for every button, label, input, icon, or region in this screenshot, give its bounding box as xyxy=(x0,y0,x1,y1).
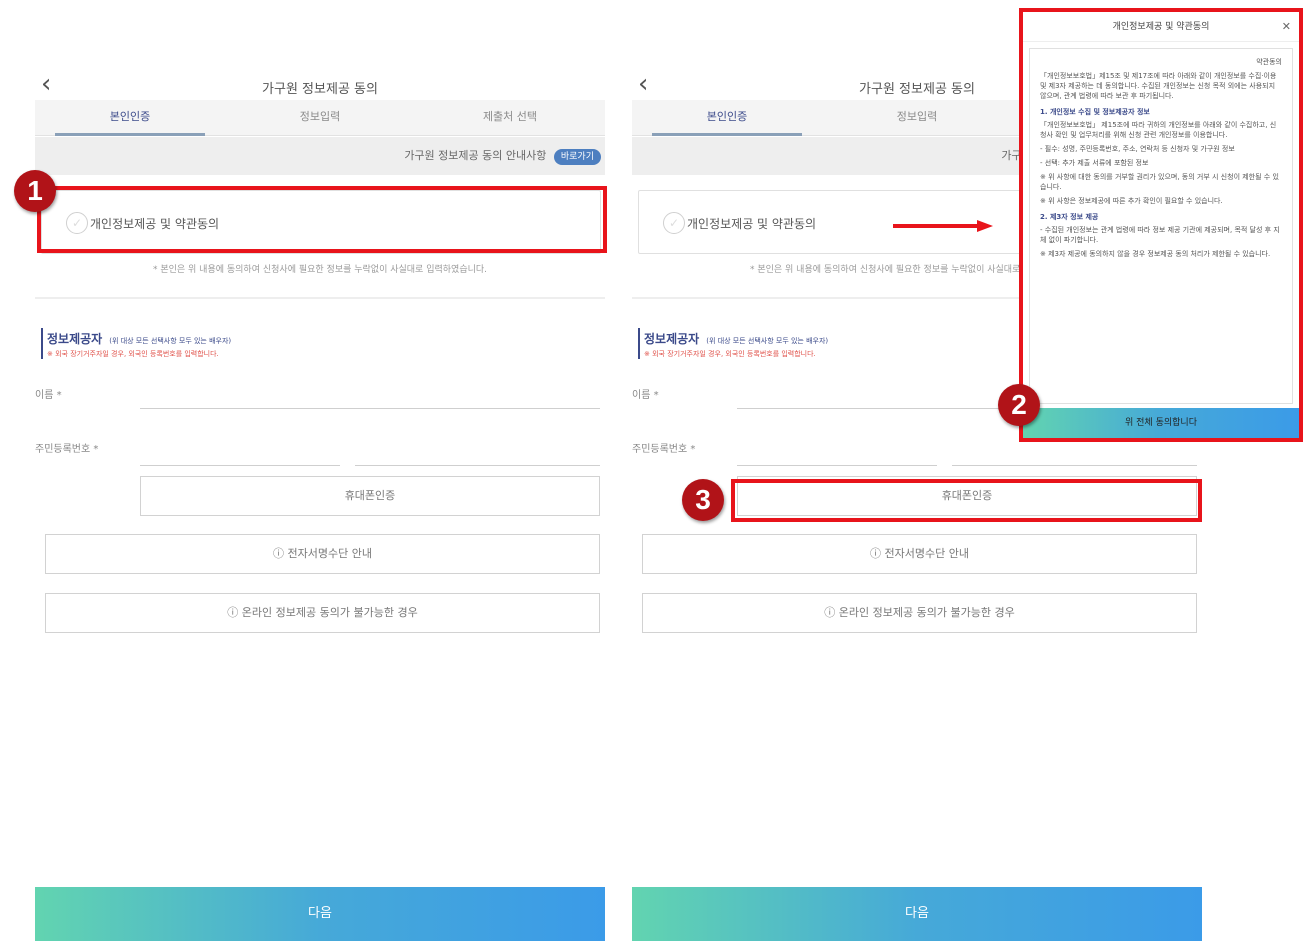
rrn-back-field[interactable] xyxy=(355,442,600,466)
info-provider-title: 정보제공자 xyxy=(644,332,700,346)
info-provider-warning: ※ 외국 장기거주자일 경우, 외국인 등록번호를 입력합니다. xyxy=(644,350,816,358)
info-provider-warning: ※ 외국 장기거주자일 경우, 외국인 등록번호를 입력합니다. xyxy=(47,350,219,358)
terms-bullet: - 선택: 추가 제출 서류에 포함된 정보 xyxy=(1040,159,1149,167)
terms-section-1-title: 1. 개인정보 수집 및 정보제공자 정보 xyxy=(1040,108,1150,116)
step-badge-1: 1 xyxy=(14,170,56,212)
divider xyxy=(35,297,605,299)
terms-tag: 약관동의 xyxy=(1256,58,1282,66)
guide-link-button[interactable]: 바로가기 xyxy=(553,149,601,165)
rrn-front-field[interactable] xyxy=(140,442,340,466)
terms-content[interactable]: 약관동의 「개인정보보호법」제15조 및 제17조에 따라 아래와 같이 개인정… xyxy=(1029,48,1293,404)
terms-section-1-text: 「개인정보보호법」 제15조에 따라 귀하의 개인정보를 아래와 같이 수집하고… xyxy=(1040,121,1277,139)
terms-agree-label: 개인정보제공 및 약관동의 xyxy=(90,217,220,231)
info-provider-subtitle: (위 대상 모든 선택사항 모두 있는 배우자) xyxy=(706,337,829,345)
terms-section-2-title: 2. 제3자 정보 제공 xyxy=(1040,213,1099,221)
modal-title: 개인정보제공 및 약관동의 xyxy=(1112,22,1210,32)
terms-bullet: - 필수: 성명, 주민등록번호, 주소, 연락처 등 신청자 및 가구원 정보 xyxy=(1040,145,1235,153)
step-tabs: 본인인증 정보입력 제출처 선택 xyxy=(35,100,605,136)
offline-consent-guide-button[interactable]: ⓘ 온라인 정보제공 동의가 불가능한 경우 xyxy=(642,593,1197,633)
tab-identity[interactable]: 본인인증 xyxy=(632,100,822,136)
offline-consent-guide-button[interactable]: ⓘ 온라인 정보제공 동의가 불가능한 경우 xyxy=(45,593,600,633)
info-provider-subtitle: (위 대상 모든 선택사항 모두 있는 배우자) xyxy=(109,337,232,345)
check-circle-icon[interactable]: ✓ xyxy=(663,212,685,234)
terms-agree-label: 개인정보제공 및 약관동의 xyxy=(687,217,817,231)
check-circle-icon[interactable]: ✓ xyxy=(66,212,88,234)
notice-text: * 본인은 위 내용에 동의하여 신청사에 필요한 정보를 누락없이 사실대로 … xyxy=(152,265,488,275)
tab-identity[interactable]: 본인인증 xyxy=(35,100,225,136)
rrn-front-field[interactable] xyxy=(737,442,937,466)
terms-section-2-text: - 수집된 개인정보는 관계 법령에 따라 정보 제공 기관에 제공되며, 목적… xyxy=(1040,226,1280,244)
tab-submit-select[interactable]: 제출처 선택 xyxy=(415,100,605,135)
tab-info-input[interactable]: 정보입력 xyxy=(822,100,1012,135)
next-button[interactable]: 다음 xyxy=(35,887,605,941)
agree-all-button[interactable]: 위 전체 동의합니다 xyxy=(1023,408,1299,438)
rrn-label: 주민등록번호 * xyxy=(632,444,696,455)
info-provider-section: 정보제공자 (위 대상 모든 선택사항 모두 있는 배우자) ※ 외국 장기거주… xyxy=(41,328,231,359)
arrow-right-icon xyxy=(893,220,993,232)
rrn-label: 주민등록번호 * xyxy=(35,444,99,455)
modal-header: 개인정보제공 및 약관동의 ✕ xyxy=(1023,12,1299,42)
tab-info-input[interactable]: 정보입력 xyxy=(225,100,415,135)
phone-verify-button[interactable]: 휴대폰인증 xyxy=(140,476,600,516)
name-label: 이름 * xyxy=(632,390,659,401)
guide-row: 가구원 정보제공 동의 안내사항 바로가기 xyxy=(35,137,605,175)
page-title: 가구원 정보제공 동의 xyxy=(262,82,378,97)
e-sign-guide-button[interactable]: ⓘ 전자서명수단 안내 xyxy=(45,534,600,574)
rrn-back-field[interactable] xyxy=(952,442,1197,466)
terms-note: ※ 위 사항은 정보제공에 따른 추가 확인이 필요할 수 있습니다. xyxy=(1040,197,1223,205)
close-icon[interactable]: ✕ xyxy=(1282,12,1291,42)
info-provider-section: 정보제공자 (위 대상 모든 선택사항 모두 있는 배우자) ※ 외국 장기거주… xyxy=(638,328,828,359)
name-field[interactable] xyxy=(140,385,600,409)
guide-text: 가구원 정보제공 동의 안내사항 xyxy=(404,149,547,162)
phone-verify-button[interactable]: 휴대폰인증 xyxy=(737,476,1197,516)
name-label: 이름 * xyxy=(35,390,62,401)
next-button[interactable]: 다음 xyxy=(632,887,1202,941)
info-provider-title: 정보제공자 xyxy=(47,332,103,346)
step-badge-3: 3 xyxy=(682,479,724,521)
e-sign-guide-button[interactable]: ⓘ 전자서명수단 안내 xyxy=(642,534,1197,574)
terms-note: ※ 위 사항에 대한 동의를 거부할 권리가 있으며, 동의 거부 시 신청이 … xyxy=(1040,173,1279,191)
terms-agree-box[interactable]: ✓ 개인정보제공 및 약관동의 xyxy=(41,190,601,254)
terms-intro: 「개인정보보호법」제15조 및 제17조에 따라 아래와 같이 개인정보를 수집… xyxy=(1040,72,1277,100)
step-badge-2: 2 xyxy=(998,384,1040,426)
terms-note: ※ 제3자 제공에 동의하지 않을 경우 정보제공 동의 처리가 제한될 수 있… xyxy=(1040,250,1271,258)
screen-step-1: ‹ 가구원 정보제공 동의 본인인증 정보입력 제출처 선택 가구원 정보제공 … xyxy=(35,0,605,941)
terms-modal: 개인정보제공 및 약관동의 ✕ 약관동의 「개인정보보호법」제15조 및 제17… xyxy=(1019,8,1303,442)
